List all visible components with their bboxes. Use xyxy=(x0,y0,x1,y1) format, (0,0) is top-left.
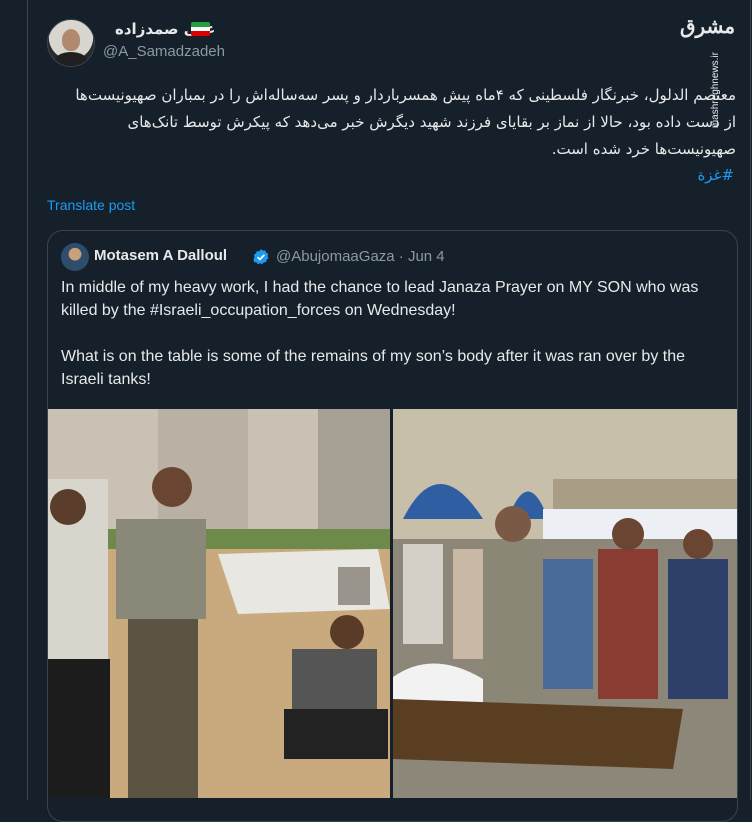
quoted-paragraph-2: What is on the table is some of the rema… xyxy=(61,348,685,388)
photo-burial-site-image xyxy=(48,409,390,798)
quoted-handle[interactable]: @AbujomaaGaza xyxy=(276,248,395,265)
photo-burial-site[interactable] xyxy=(48,409,390,798)
timeline-border-left xyxy=(27,0,28,800)
quoted-tweet-text: In middle of my heavy work, I had the ch… xyxy=(61,276,725,414)
author-handle[interactable]: @A_Samadzadeh xyxy=(103,43,225,60)
quoted-tweet-card[interactable]: Motasem A Dalloul @AbujomaaGaza · Jun 4 … xyxy=(47,230,738,822)
author-avatar[interactable] xyxy=(47,19,95,67)
quoted-author-avatar[interactable] xyxy=(61,243,89,271)
watermark-logo: مشرق xyxy=(680,14,736,38)
quoted-author-name[interactable]: Motasem A Dalloul xyxy=(94,247,227,264)
photo-janaza-prayer[interactable] xyxy=(393,409,737,798)
tweet-text: معتصم الدلول، خبرنگار فلسطینی که ۴ماه پی… xyxy=(75,86,736,158)
iran-flag-icon xyxy=(191,22,210,36)
timeline-border-right xyxy=(750,0,751,800)
hashtag-link[interactable]: #غزة xyxy=(697,166,734,184)
quoted-author-handle-date[interactable]: @AbujomaaGaza · Jun 4 xyxy=(276,248,445,265)
quoted-paragraph-1: In middle of my heavy work, I had the ch… xyxy=(61,279,699,319)
photo-janaza-prayer-image xyxy=(393,409,737,798)
quoted-date[interactable]: · Jun 4 xyxy=(399,248,445,265)
translate-post-link[interactable]: Translate post xyxy=(47,197,135,213)
verified-badge-icon xyxy=(253,249,269,265)
